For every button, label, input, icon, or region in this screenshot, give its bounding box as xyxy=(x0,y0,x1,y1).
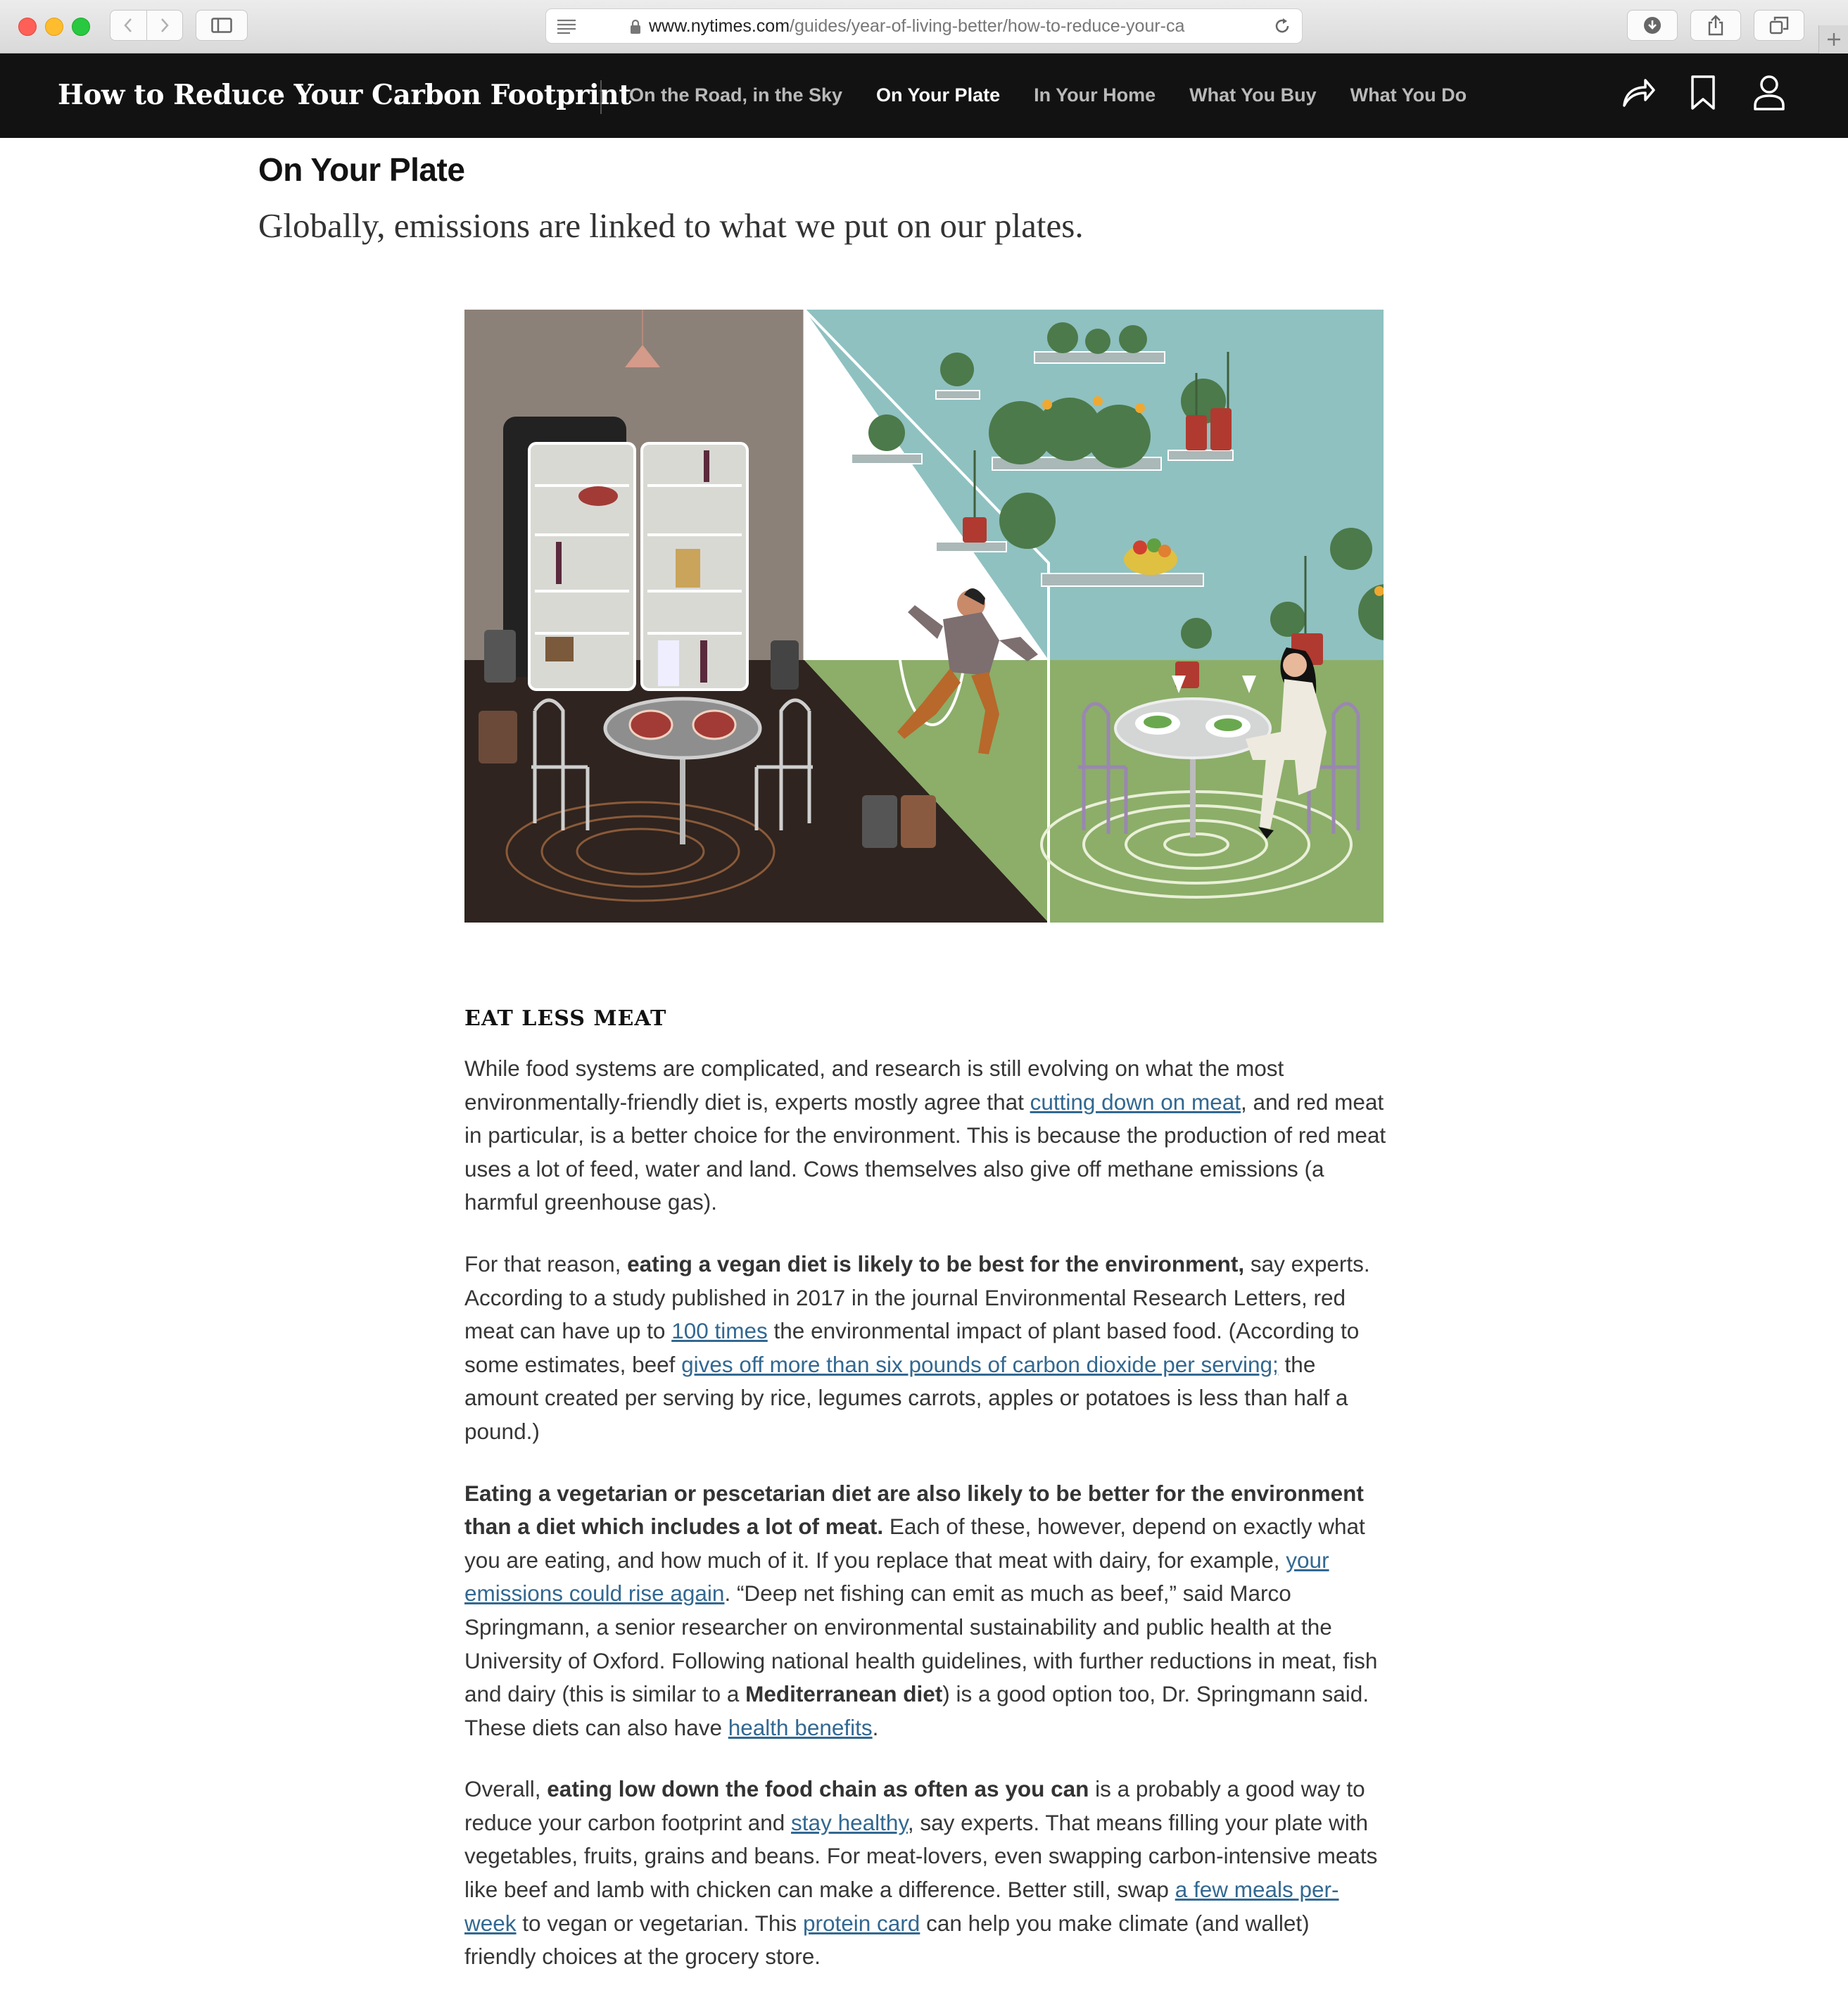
url-path: /guides/year-of-living-better/how-to-red… xyxy=(790,16,1185,36)
paragraph-3: Eating a vegetarian or pescetarian diet … xyxy=(464,1477,1386,1745)
guide-navbar: How to Reduce Your Carbon Footprint On t… xyxy=(0,53,1848,138)
nav-divider xyxy=(600,80,602,114)
section-subheading: Globally, emissions are linked to what w… xyxy=(258,206,1084,245)
link-cutting-down-on-meat[interactable]: cutting down on meat xyxy=(1030,1089,1241,1115)
sidebar-icon xyxy=(211,18,232,33)
p4-bold-1: eating low down the food chain as often … xyxy=(547,1776,1089,1802)
nav-in-your-home[interactable]: In Your Home xyxy=(1034,84,1156,106)
share-icon[interactable] xyxy=(1621,75,1655,110)
back-button[interactable] xyxy=(110,11,146,40)
nav-on-your-plate[interactable]: On Your Plate xyxy=(876,84,1000,106)
p2-bold-1: eating a vegan diet is likely to be best… xyxy=(627,1250,1245,1276)
paragraph-2: For that reason, eating a vegan diet is … xyxy=(464,1248,1386,1449)
share-button[interactable] xyxy=(1690,10,1741,41)
illus-fridge xyxy=(503,417,749,691)
article-body: EAT LESS MEAT While food systems are com… xyxy=(464,1006,1386,2002)
forward-button[interactable] xyxy=(146,11,183,40)
nav-on-the-road[interactable]: On the Road, in the Sky xyxy=(629,84,842,106)
plus-icon xyxy=(1828,33,1840,46)
downloads-button[interactable] xyxy=(1627,10,1678,41)
article-illustration xyxy=(464,310,1384,923)
reader-view-icon[interactable] xyxy=(556,18,577,34)
p4-text-1: Overall, xyxy=(464,1776,548,1802)
share-box-icon xyxy=(1708,15,1723,36)
chevron-left-icon xyxy=(124,18,132,32)
close-window-button[interactable] xyxy=(18,18,37,36)
sidebar-toggle-button[interactable] xyxy=(196,10,248,41)
tab-overview-button[interactable] xyxy=(1754,10,1804,41)
lock-icon xyxy=(631,19,640,34)
kicker-eat-less-meat: EAT LESS MEAT xyxy=(464,1006,667,1031)
link-100-times[interactable]: 100 times xyxy=(671,1318,768,1343)
url-text: www.nytimes.com/guides/year-of-living-be… xyxy=(649,16,1236,37)
p3-text-4: . xyxy=(872,1714,879,1740)
paragraph-1: While food systems are complicated, and … xyxy=(464,1052,1386,1219)
link-stay-healthy[interactable]: stay healthy xyxy=(791,1810,908,1835)
minimize-window-button[interactable] xyxy=(45,18,63,36)
link-health-benefits[interactable]: health benefits xyxy=(728,1715,873,1740)
p3-bold-2: Mediterranean diet xyxy=(745,1681,943,1707)
new-tab-button[interactable] xyxy=(1818,25,1848,53)
section-heading: On Your Plate xyxy=(258,151,465,188)
history-nav xyxy=(110,10,183,41)
p2-text-1: For that reason, xyxy=(464,1250,628,1276)
link-protein-card[interactable]: protein card xyxy=(803,1911,920,1936)
bookmark-icon[interactable] xyxy=(1689,75,1717,111)
chevron-right-icon xyxy=(160,18,169,32)
download-icon xyxy=(1644,17,1661,34)
nav-what-you-buy[interactable]: What You Buy xyxy=(1189,84,1317,106)
nav-what-you-do[interactable]: What You Do xyxy=(1350,84,1467,106)
reload-icon[interactable] xyxy=(1272,16,1292,36)
p4-text-4: to vegan or vegetarian. This xyxy=(516,1910,803,1936)
section-nav: On the Road, in the Sky On Your Plate In… xyxy=(629,84,1467,106)
zoom-window-button[interactable] xyxy=(72,18,90,36)
browser-toolbar: www.nytimes.com/guides/year-of-living-be… xyxy=(0,0,1848,53)
account-icon[interactable] xyxy=(1752,75,1786,111)
link-six-pounds-co2[interactable]: gives off more than six pounds of carbon… xyxy=(681,1352,1279,1377)
paragraph-4: Overall, eating low down the food chain … xyxy=(464,1773,1386,1974)
tabs-icon xyxy=(1769,16,1789,34)
guide-title[interactable]: How to Reduce Your Carbon Footprint xyxy=(58,79,631,111)
address-bar[interactable]: www.nytimes.com/guides/year-of-living-be… xyxy=(545,8,1303,44)
url-domain: www.nytimes.com xyxy=(649,16,790,36)
